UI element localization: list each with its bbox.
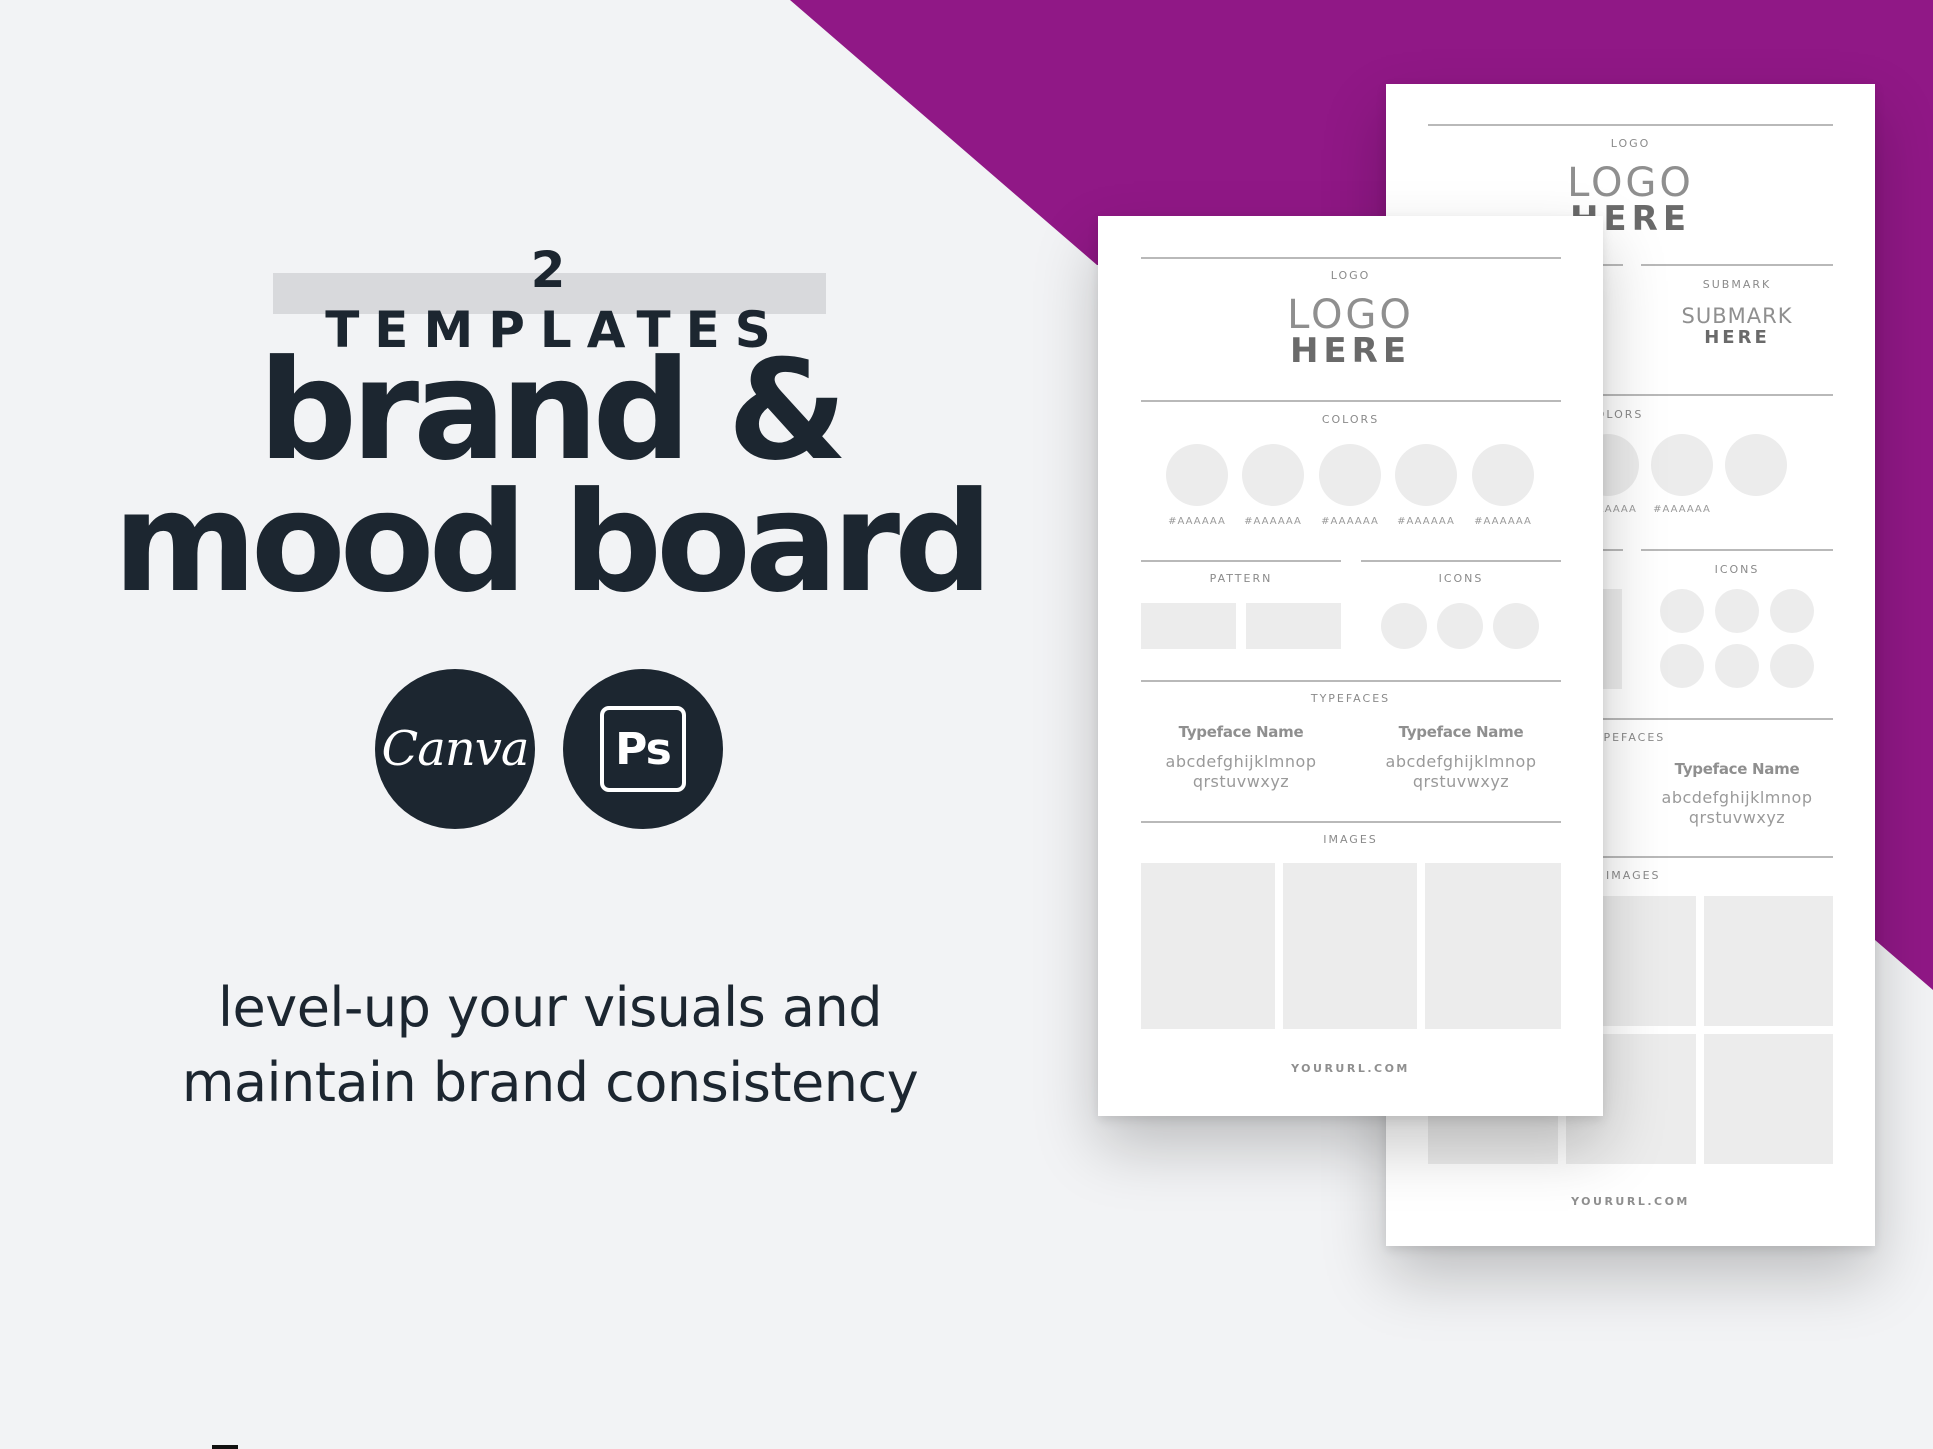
color-hex-label: #AAAAAA bbox=[1474, 516, 1532, 527]
section-label-typefaces: TYPEFACES bbox=[1586, 731, 1666, 744]
color-hex-label: #AAAAAA bbox=[1168, 516, 1226, 527]
color-swatch bbox=[1725, 434, 1787, 496]
color-hex-label: #AAAAAA bbox=[1321, 516, 1379, 527]
image-placeholder bbox=[1425, 863, 1561, 1029]
icon-placeholder bbox=[1715, 644, 1759, 688]
icon-placeholder bbox=[1493, 603, 1539, 649]
icon-placeholder bbox=[1437, 603, 1483, 649]
logo-placeholder-line-2: HERE bbox=[1289, 331, 1412, 371]
icon-placeholder bbox=[1381, 603, 1427, 649]
typeface-name: Typeface Name bbox=[1398, 723, 1524, 741]
headline-line-1: brand & bbox=[258, 330, 847, 491]
kicker-block: 2 TEMPLATES bbox=[273, 240, 826, 359]
divider bbox=[1141, 400, 1561, 402]
photoshop-badge: Ps bbox=[563, 669, 723, 829]
typeface-name: Typeface Name bbox=[1178, 723, 1304, 741]
color-swatch bbox=[1166, 444, 1228, 506]
image-placeholder bbox=[1141, 863, 1275, 1029]
divider bbox=[1141, 257, 1561, 259]
color-swatch bbox=[1242, 444, 1304, 506]
section-label-submark: SUBMARK bbox=[1702, 278, 1772, 291]
typeface-sample-line-2: qrstuvwxyz bbox=[1412, 772, 1510, 791]
typeface-sample: abcdefghijklmnop qrstuvwxyz bbox=[1131, 752, 1351, 792]
tagline-line-2: maintain brand consistency bbox=[181, 1051, 919, 1114]
color-swatch bbox=[1472, 444, 1534, 506]
section-label-typefaces: TYPEFACES bbox=[1310, 692, 1391, 705]
section-label-pattern: PATTERN bbox=[1209, 572, 1273, 585]
icon-placeholder bbox=[1770, 589, 1814, 633]
section-label-images: IMAGES bbox=[1323, 833, 1378, 846]
section-label-icons: ICONS bbox=[1438, 572, 1484, 585]
divider bbox=[1141, 680, 1561, 682]
headline-line-2: mood board bbox=[113, 462, 993, 623]
icon-placeholder bbox=[1770, 644, 1814, 688]
template-card-front: LOGO LOGO HERE COLORS #AAAAAA #AAAAAA #A… bbox=[1098, 216, 1603, 1116]
divider bbox=[1141, 560, 1341, 562]
typeface-name: Typeface Name bbox=[1674, 760, 1800, 778]
bottom-edge-mark bbox=[212, 1445, 238, 1449]
color-hex-label: #AAAAAA bbox=[1244, 516, 1302, 527]
section-label-colors: COLORS bbox=[1321, 413, 1380, 426]
section-label-logo: LOGO bbox=[1610, 137, 1651, 150]
typeface-sample-line-1: abcdefghijklmnop bbox=[1661, 788, 1813, 807]
divider bbox=[1428, 124, 1833, 126]
footer-url: YOURURL.COM bbox=[1571, 1195, 1690, 1208]
section-label-logo: LOGO bbox=[1330, 269, 1371, 282]
image-placeholder bbox=[1704, 1034, 1833, 1164]
headline: brand & mood board bbox=[100, 330, 1000, 623]
divider bbox=[1361, 560, 1561, 562]
typeface-sample: abcdefghijklmnop qrstuvwxyz bbox=[1631, 788, 1843, 828]
tagline-line-1: level-up your visuals and bbox=[218, 976, 882, 1039]
typeface-sample-line-1: abcdefghijklmnop bbox=[1385, 752, 1537, 771]
color-swatch bbox=[1651, 434, 1713, 496]
photoshop-logo-text: Ps bbox=[615, 723, 672, 775]
typeface-sample-line-1: abcdefghijklmnop bbox=[1165, 752, 1317, 771]
footer-url: YOURURL.COM bbox=[1291, 1062, 1410, 1075]
divider bbox=[1641, 264, 1833, 266]
color-swatch bbox=[1319, 444, 1381, 506]
photoshop-logo-icon: Ps bbox=[600, 706, 686, 792]
canva-badge: Canva bbox=[375, 669, 535, 829]
icon-placeholder bbox=[1715, 589, 1759, 633]
typeface-sample-line-2: qrstuvwxyz bbox=[1192, 772, 1290, 791]
typeface-sample-line-2: qrstuvwxyz bbox=[1688, 808, 1786, 827]
tagline: level-up your visuals and maintain brand… bbox=[100, 970, 1000, 1120]
divider bbox=[1141, 821, 1561, 823]
section-label-images: IMAGES bbox=[1606, 869, 1661, 882]
submark-placeholder-line-2: HERE bbox=[1704, 327, 1770, 348]
image-placeholder bbox=[1283, 863, 1417, 1029]
color-hex-label: #AAAAAA bbox=[1397, 516, 1455, 527]
image-placeholder bbox=[1704, 896, 1833, 1026]
icon-placeholder bbox=[1660, 589, 1704, 633]
color-swatch bbox=[1395, 444, 1457, 506]
typeface-sample: abcdefghijklmnop qrstuvwxyz bbox=[1351, 752, 1571, 792]
pattern-placeholder bbox=[1141, 603, 1236, 649]
icon-placeholder bbox=[1660, 644, 1704, 688]
canva-logo-icon: Canva bbox=[381, 721, 530, 777]
color-hex-label: #AAAAAA bbox=[1653, 504, 1711, 515]
pattern-placeholder bbox=[1246, 603, 1341, 649]
divider bbox=[1641, 549, 1833, 551]
section-label-icons: ICONS bbox=[1714, 563, 1760, 576]
submark-placeholder-line-1: SUBMARK bbox=[1681, 304, 1793, 328]
